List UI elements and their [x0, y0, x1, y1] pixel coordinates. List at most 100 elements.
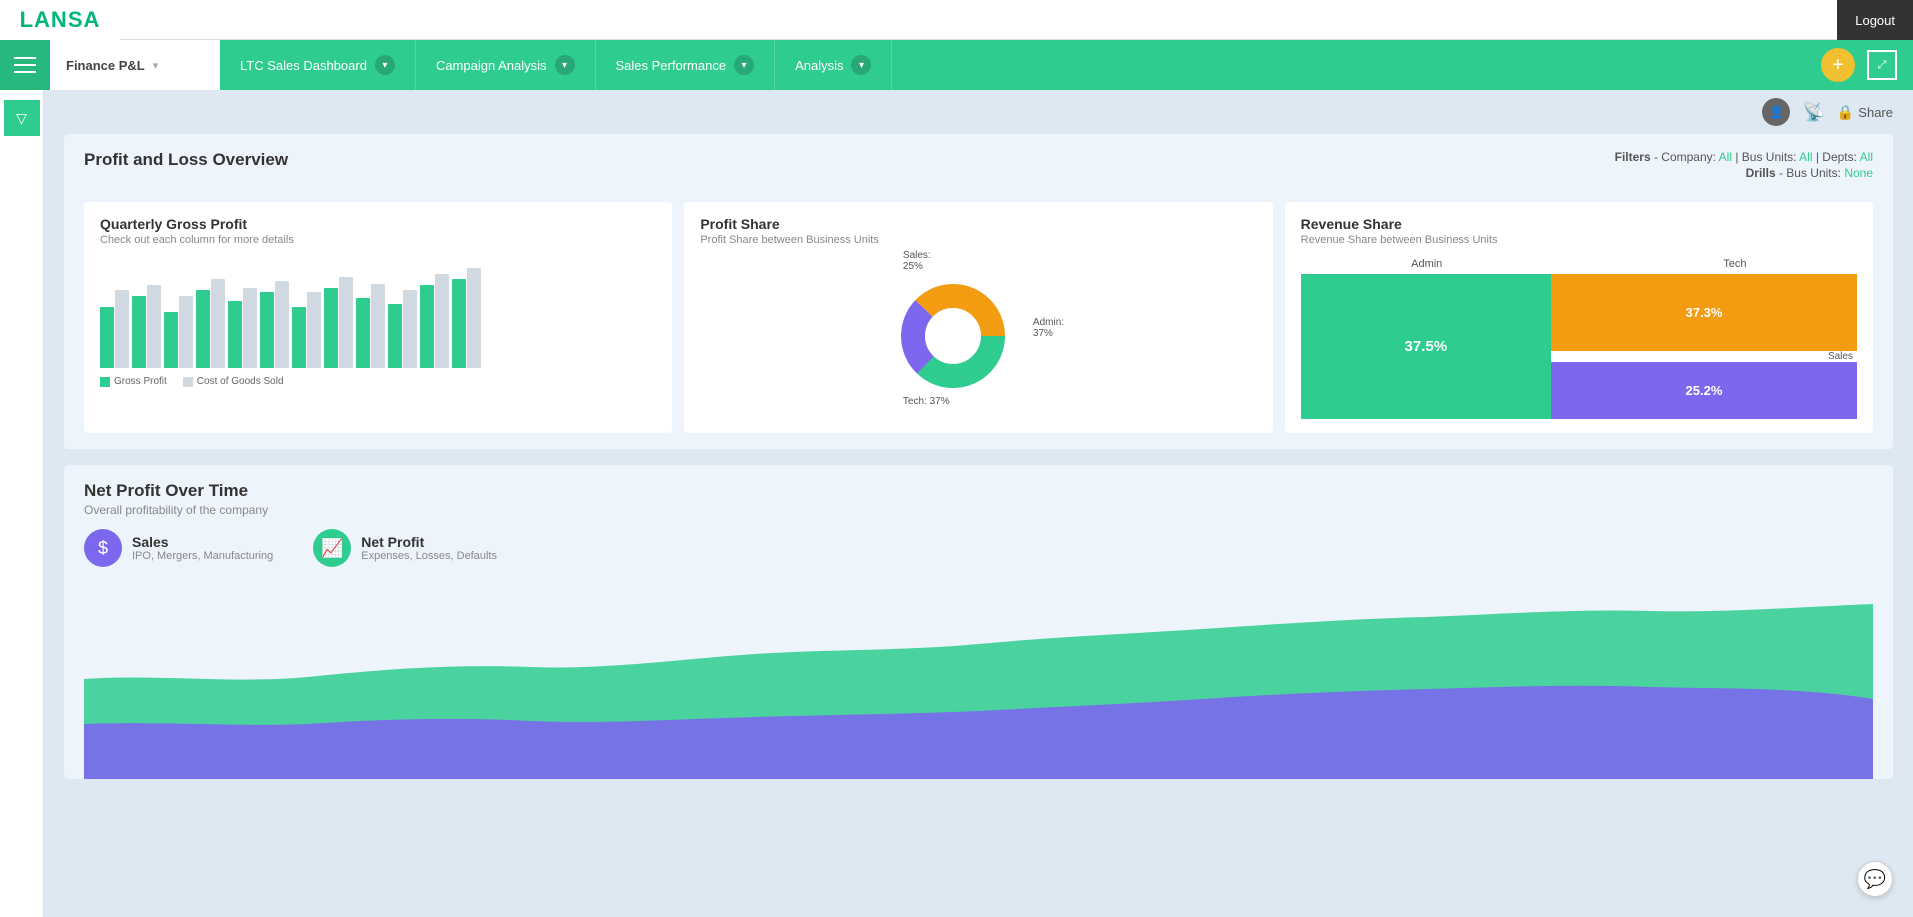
legend-gross: Gross Profit: [100, 376, 167, 387]
cogs-bar: [339, 277, 353, 368]
content-top-bar: 👤 📡 🔒 Share: [44, 90, 1913, 134]
nav-tab-ltc[interactable]: LTC Sales Dashboard ▾: [220, 40, 416, 90]
bar-group: [420, 274, 449, 368]
filters-label: Filters - Company:: [1615, 150, 1719, 164]
profit-icon: 📈: [313, 529, 351, 567]
bar-group: [164, 296, 193, 368]
add-button[interactable]: +: [1821, 48, 1855, 82]
logout-button[interactable]: Logout: [1837, 0, 1913, 40]
area-chart-svg: [84, 579, 1873, 779]
treemap: 37.5% 37.3% Sales 25.2%: [1301, 274, 1857, 419]
nav-tab-analysis-arrow: ▾: [851, 55, 871, 75]
nav-tab-ltc-arrow: ▾: [375, 55, 395, 75]
chart-legend: Gross Profit Cost of Goods Sold: [100, 376, 656, 387]
profit-share-panel: Profit Share Profit Share between Busine…: [684, 202, 1272, 433]
gross-bar: [260, 292, 274, 368]
top-bar: LANSA Logout: [0, 0, 1913, 40]
net-profit-title: Net Profit Over Time: [84, 481, 1873, 501]
lansa-logo-text: LANSA: [20, 7, 101, 33]
bar-group: [324, 277, 353, 368]
bar-group: [356, 284, 385, 368]
np-sales-desc: IPO, Mergers, Manufacturing: [132, 550, 273, 562]
nav-tab-campaign-arrow: ▾: [555, 55, 575, 75]
gross-bar: [324, 288, 338, 368]
left-sidebar: ▽: [0, 90, 44, 917]
expand-button[interactable]: ⤢: [1867, 50, 1897, 80]
gross-bar: [132, 296, 146, 368]
cogs-bar: [179, 296, 193, 368]
quarterly-chart-panel: Quarterly Gross Profit Check out each co…: [84, 202, 672, 433]
cogs-bar: [307, 292, 321, 368]
np-legends: $ Sales IPO, Mergers, Manufacturing 📈 Ne…: [84, 529, 1873, 567]
np-legend-profit: 📈 Net Profit Expenses, Losses, Defaults: [313, 529, 497, 567]
lansa-logo: LANSA: [0, 0, 120, 40]
legend-cogs: Cost of Goods Sold: [183, 376, 284, 387]
drills-bus-units-filter[interactable]: None: [1844, 166, 1873, 180]
bar-group: [228, 288, 257, 368]
np-legend-profit-text: Net Profit Expenses, Losses, Defaults: [361, 534, 497, 562]
drills-line: Drills - Bus Units: None: [1615, 166, 1873, 180]
cogs-bar: [147, 285, 161, 368]
content-area: 👤 📡 🔒 Share Profit and Loss Overview Fil…: [44, 90, 1913, 917]
treemap-tech-label: Tech: [1723, 258, 1746, 270]
tech-label: Tech: 37%: [903, 396, 950, 407]
legend-cogs-label: Cost of Goods Sold: [197, 376, 284, 387]
nav-bar: Finance P&L ▾ LTC Sales Dashboard ▾ Camp…: [0, 40, 1913, 90]
bar-group: [100, 290, 129, 368]
hamburger-line-3: [14, 71, 36, 73]
legend-gross-dot: [100, 377, 110, 387]
gross-bar: [100, 307, 114, 368]
nav-tab-sales-label: Sales Performance: [616, 58, 727, 73]
avatar: 👤: [1762, 98, 1790, 126]
finance-tab-arrow: ▾: [153, 59, 159, 72]
donut-chart: [893, 276, 1013, 396]
lock-icon: 🔒: [1837, 104, 1854, 121]
hamburger-line-1: [14, 57, 36, 59]
bar-chart: [100, 258, 656, 368]
nav-tab-sales-arrow: ▾: [734, 55, 754, 75]
profit-loss-card: Profit and Loss Overview Filters - Compa…: [64, 134, 1893, 449]
cogs-bar: [243, 288, 257, 368]
depts-filter[interactable]: All: [1860, 150, 1873, 164]
hamburger-line-2: [14, 64, 36, 66]
bus-units-sep: | Bus Units:: [1735, 150, 1799, 164]
quarterly-title: Quarterly Gross Profit: [100, 216, 656, 232]
net-profit-card: Net Profit Over Time Overall profitabili…: [64, 465, 1893, 779]
np-sales-label: Sales: [132, 534, 273, 550]
revenue-share-title: Revenue Share: [1301, 216, 1857, 232]
rss-icon: 📡: [1802, 102, 1824, 123]
share-label: Share: [1858, 105, 1893, 120]
gross-bar: [452, 279, 466, 368]
bar-group: [388, 290, 417, 368]
nav-tab-analysis[interactable]: Analysis ▾: [775, 40, 892, 90]
finance-tab[interactable]: Finance P&L ▾: [50, 40, 220, 90]
depts-sep: | Depts:: [1816, 150, 1860, 164]
nav-actions: + ⤢: [1821, 48, 1913, 82]
bus-units-filter[interactable]: All: [1799, 150, 1812, 164]
filters-area: Filters - Company: All | Bus Units: All …: [1615, 150, 1873, 192]
company-filter[interactable]: All: [1719, 150, 1732, 164]
share-button[interactable]: 🔒 Share: [1837, 104, 1893, 121]
legend-cogs-dot: [183, 377, 193, 387]
treemap-tech-cell: 37.3%: [1551, 274, 1857, 351]
treemap-col-right: 37.3% Sales 25.2%: [1551, 274, 1857, 419]
chat-bubble[interactable]: 💬: [1857, 861, 1893, 897]
gross-bar: [356, 298, 370, 368]
revenue-share-subtitle: Revenue Share between Business Units: [1301, 234, 1857, 246]
bar-group: [196, 279, 225, 368]
nav-tabs: LTC Sales Dashboard ▾ Campaign Analysis …: [220, 40, 1821, 90]
treemap-sales-cell: 25.2%: [1551, 362, 1857, 419]
nav-tab-campaign[interactable]: Campaign Analysis ▾: [416, 40, 596, 90]
filter-button[interactable]: ▽: [4, 100, 40, 136]
hamburger-button[interactable]: [0, 40, 50, 90]
finance-tab-label: Finance P&L: [66, 58, 145, 73]
cogs-bar: [211, 279, 225, 368]
card-title: Profit and Loss Overview: [84, 150, 288, 170]
profit-share-subtitle: Profit Share between Business Units: [700, 234, 1256, 246]
cogs-bar: [371, 284, 385, 368]
charts-row: Quarterly Gross Profit Check out each co…: [84, 202, 1873, 433]
legend-gross-label: Gross Profit: [114, 376, 167, 387]
cogs-bar: [275, 281, 289, 368]
treemap-wrapper: Admin Tech 37.5% 37.3% Sales: [1301, 258, 1857, 419]
nav-tab-sales[interactable]: Sales Performance ▾: [596, 40, 776, 90]
